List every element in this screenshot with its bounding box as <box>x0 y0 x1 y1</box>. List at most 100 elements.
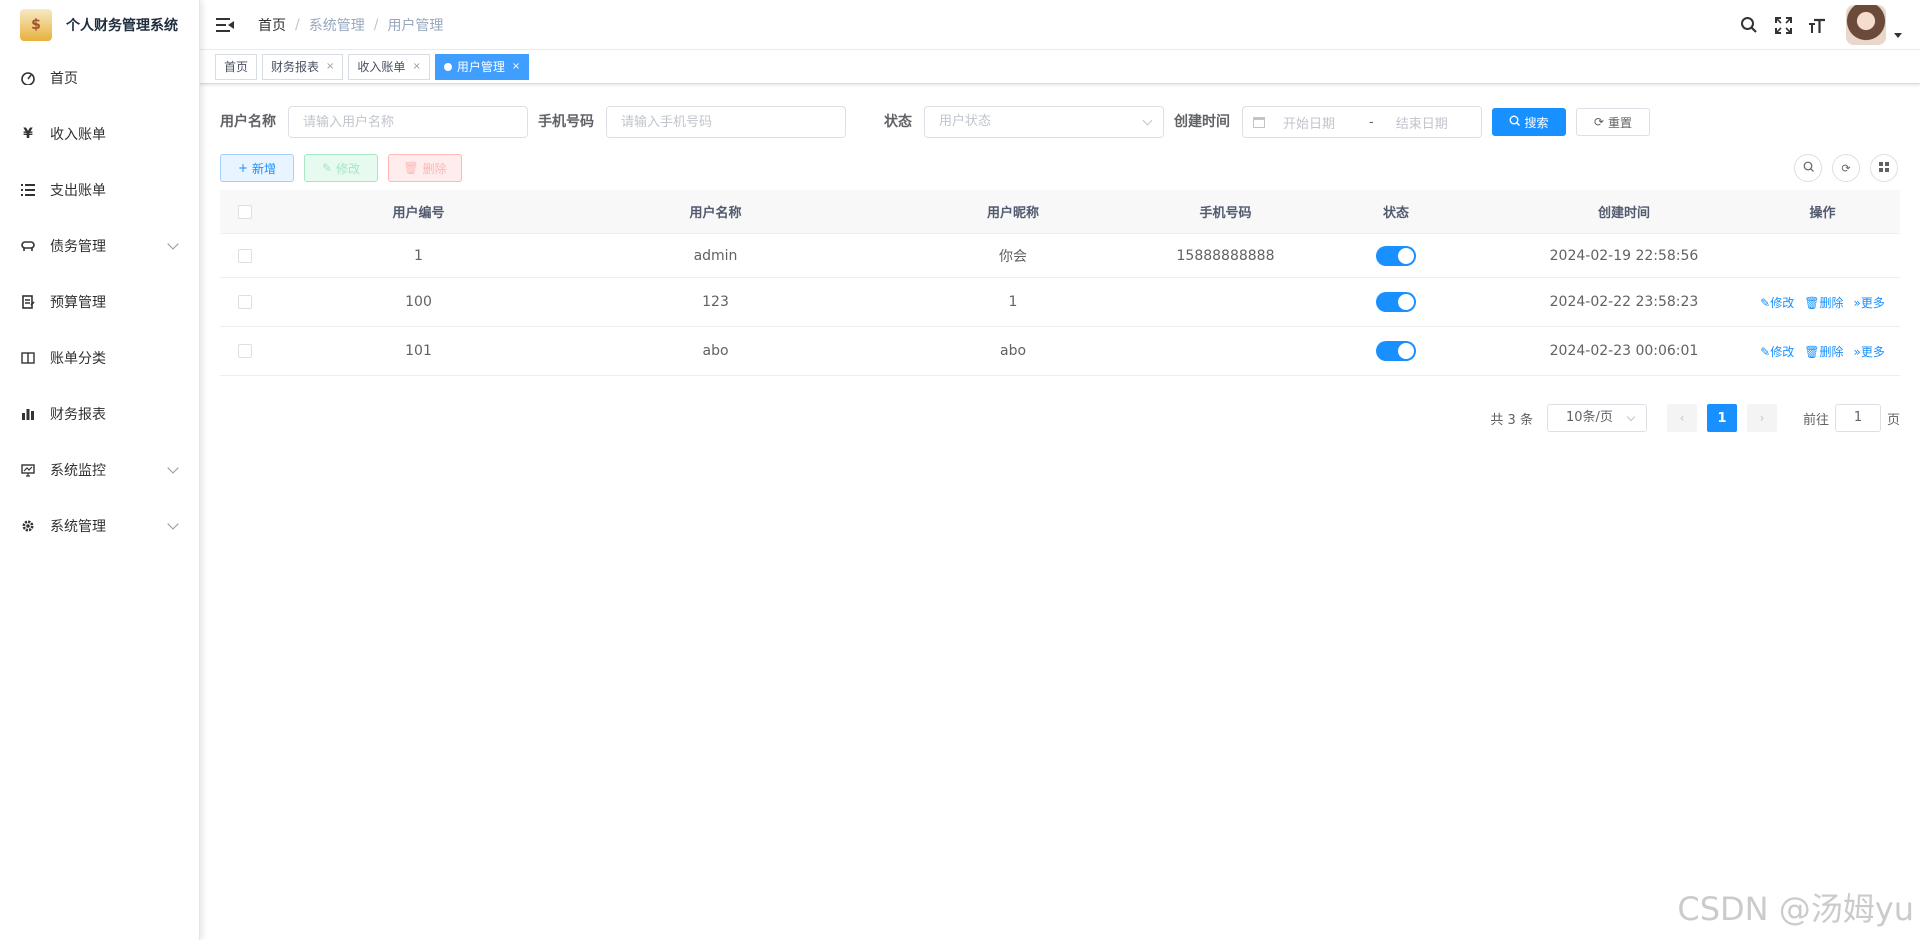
search-icon[interactable] <box>1738 14 1760 36</box>
row-more-label: 更多 <box>1860 344 1885 359</box>
breadcrumb-current: 用户管理 <box>387 17 444 34</box>
username-input[interactable] <box>288 106 528 138</box>
row-checkbox[interactable] <box>238 248 252 263</box>
phone-input[interactable] <box>606 106 846 138</box>
sidebar-item-report[interactable]: 财务报表 <box>0 386 199 442</box>
chevron-down-icon <box>1142 115 1153 126</box>
goto-page-input[interactable]: 1 <box>1834 404 1881 432</box>
start-date-input[interactable]: 开始日期 <box>1283 113 1359 132</box>
chevron-right-icon: › <box>1759 411 1765 425</box>
toggle-search-button[interactable] <box>1794 154 1822 182</box>
category-icon <box>20 350 36 366</box>
close-icon[interactable]: × <box>326 61 334 72</box>
search-button-label: 搜索 <box>1524 115 1549 130</box>
hamburger-icon[interactable] <box>216 17 234 32</box>
font-size-icon[interactable] <box>1806 14 1828 36</box>
row-edit-label: 修改 <box>1770 344 1795 359</box>
status-switch[interactable] <box>1376 292 1416 312</box>
table-row: 1 admin 你会 15888888888 2024-02-19 22:58:… <box>220 234 1900 278</box>
row-edit-link[interactable]: ✎修改 <box>1760 294 1794 311</box>
row-delete-link[interactable]: 🗑删除 <box>1804 294 1843 311</box>
next-page-button[interactable]: › <box>1746 404 1777 432</box>
refresh-button[interactable]: ⟳ <box>1832 154 1860 182</box>
chart-icon <box>20 406 36 422</box>
plus-icon: + <box>237 161 249 175</box>
sidebar-item-debt[interactable]: 债务管理 <box>0 218 199 274</box>
row-more-link[interactable]: »更多 <box>1853 343 1884 360</box>
trash-icon: 🗑 <box>1804 344 1820 359</box>
page-size-select[interactable]: 10条/页 <box>1546 404 1647 432</box>
sidebar-item-label: 收入账单 <box>50 127 106 143</box>
prev-page-button[interactable]: ‹ <box>1666 404 1697 432</box>
status-switch[interactable] <box>1376 245 1416 266</box>
date-range-picker[interactable]: 开始日期 - 结束日期 <box>1242 106 1482 138</box>
breadcrumb-home[interactable]: 首页 <box>258 15 286 35</box>
sidebar-item-income[interactable]: ¥ 收入账单 <box>0 106 199 162</box>
reset-button[interactable]: ⟳ 重置 <box>1576 108 1650 136</box>
chevron-down-icon <box>1626 412 1636 422</box>
status-select-placeholder: 用户状态 <box>939 114 992 129</box>
sidebar-item-label: 财务报表 <box>50 407 106 423</box>
end-date-input[interactable]: 结束日期 <box>1396 113 1448 132</box>
refresh-icon: ⟳ <box>1841 161 1851 175</box>
edit-icon: ✎ <box>1760 344 1771 359</box>
status-cell <box>1289 341 1503 361</box>
sidebar-item-monitor[interactable]: 系统监控 <box>0 442 199 498</box>
status-switch[interactable] <box>1376 341 1416 361</box>
row-edit-link[interactable]: ✎修改 <box>1760 343 1794 360</box>
close-icon[interactable]: × <box>412 61 420 72</box>
row-more-link[interactable]: »更多 <box>1853 294 1884 311</box>
sidebar-item-home[interactable]: 首页 <box>0 50 199 106</box>
active-dot-icon <box>443 62 452 71</box>
chevron-down-icon <box>167 518 179 530</box>
close-icon[interactable]: × <box>512 61 520 72</box>
fullscreen-icon[interactable] <box>1772 14 1794 36</box>
edit-icon: ✎ <box>321 161 333 175</box>
main-content: 用户名称 手机号码 状态 用户状态 创建时间 开始日期 - 结束日期 搜索 ⟳ … <box>200 84 1920 940</box>
tag-home[interactable]: 首页 <box>215 53 258 80</box>
delete-button[interactable]: 🗑 删除 <box>388 154 462 182</box>
trash-icon: 🗑 <box>403 161 419 175</box>
status-label: 状态 <box>884 114 912 130</box>
row-checkbox[interactable] <box>238 344 252 358</box>
sidebar-item-system[interactable]: 系统管理 <box>0 498 199 554</box>
status-select[interactable]: 用户状态 <box>924 106 1164 138</box>
caret-down-icon[interactable] <box>1894 32 1902 38</box>
search-form: 用户名称 手机号码 状态 用户状态 创建时间 开始日期 - 结束日期 搜索 ⟳ … <box>220 106 1900 138</box>
tag-financial-report[interactable]: 财务报表 × <box>262 53 344 80</box>
list-icon <box>20 182 36 198</box>
row-delete-link[interactable]: 🗑删除 <box>1804 343 1843 360</box>
row-select-cell <box>220 248 270 263</box>
tag-label: 财务报表 <box>271 60 320 74</box>
tag-income[interactable]: 收入账单 × <box>348 53 430 80</box>
created-time-cell: 2024-02-19 22:58:56 <box>1549 247 1699 264</box>
column-header: 用户名称 <box>689 206 742 221</box>
column-header: 状态 <box>1382 206 1409 221</box>
edit-button[interactable]: ✎ 修改 <box>304 154 378 182</box>
operations-cell: ✎修改 🗑删除 »更多 <box>1745 294 1900 311</box>
pagination-total: 共 3 条 <box>1490 412 1533 428</box>
sidebar-item-budget[interactable]: 预算管理 <box>0 274 199 330</box>
created-time-label: 创建时间 <box>1174 114 1230 130</box>
double-arrow-icon: » <box>1853 295 1861 310</box>
sidebar-item-expense[interactable]: 支出账单 <box>0 162 199 218</box>
columns-button[interactable] <box>1870 154 1898 182</box>
navbar: 首页 / 系统管理 / 用户管理 <box>200 0 1920 50</box>
goto-label: 前往 <box>1802 412 1829 428</box>
trash-icon: 🗑 <box>1804 295 1820 310</box>
logo[interactable]: $ 个人财务管理系统 <box>0 0 199 50</box>
search-button[interactable]: 搜索 <box>1492 108 1566 136</box>
avatar[interactable] <box>1846 5 1886 45</box>
page-number-current[interactable]: 1 <box>1706 404 1737 432</box>
select-all-checkbox[interactable] <box>238 204 252 219</box>
sidebar-item-category[interactable]: 账单分类 <box>0 330 199 386</box>
user-table: 用户编号 用户名称 用户昵称 手机号码 状态 创建时间 操作 1 admin 你… <box>220 190 1900 376</box>
breadcrumb-separator: / <box>295 16 300 33</box>
add-button[interactable]: + 新增 <box>220 154 294 182</box>
page-unit-label: 页 <box>1886 412 1900 428</box>
row-checkbox[interactable] <box>238 295 252 309</box>
range-separator: - <box>1369 114 1374 130</box>
nickname-cell: abo <box>999 343 1027 359</box>
tag-user-management[interactable]: 用户管理 × <box>434 53 530 80</box>
operations-cell: ✎修改 🗑删除 »更多 <box>1745 343 1900 360</box>
